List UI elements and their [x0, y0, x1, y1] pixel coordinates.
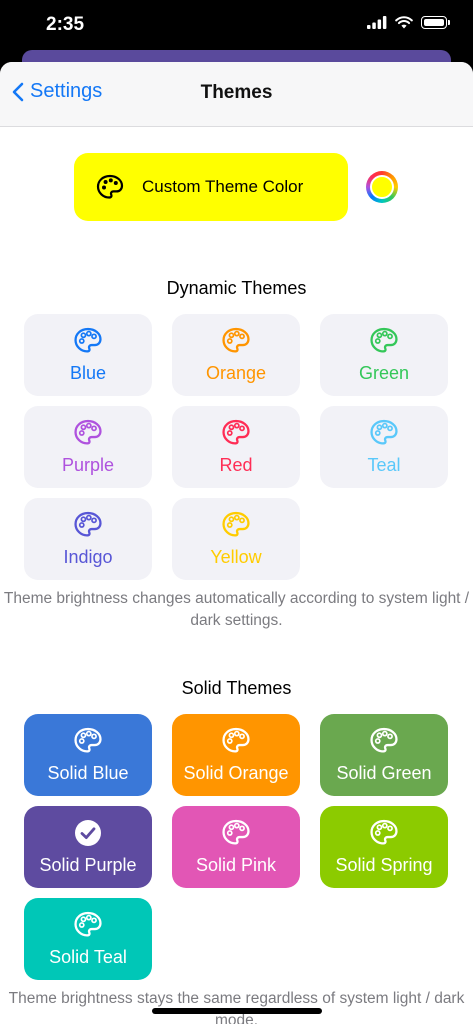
theme-tile-blue[interactable]: Blue: [24, 314, 152, 396]
checkmark-icon: [74, 819, 102, 847]
theme-tile-green[interactable]: Green: [320, 314, 448, 396]
palette-icon: [73, 727, 103, 755]
theme-tile-solid-orange[interactable]: Solid Orange: [172, 714, 300, 796]
theme-tile-label: Indigo: [63, 546, 113, 567]
theme-tile-solid-green[interactable]: Solid Green: [320, 714, 448, 796]
custom-theme-color-button[interactable]: Custom Theme Color: [74, 153, 348, 221]
theme-tile-label: Solid Purple: [39, 854, 137, 875]
theme-tile-solid-teal[interactable]: Solid Teal: [24, 898, 152, 980]
theme-tile-yellow[interactable]: Yellow: [172, 498, 300, 580]
solid-themes-grid: Solid Blue Solid Orange Solid Green Solid P…: [24, 714, 448, 980]
theme-tile-purple[interactable]: Purple: [24, 406, 152, 488]
dynamic-themes-note: Theme brightness changes automatically a…: [3, 590, 470, 629]
dynamic-themes-grid: Blue Orange Green Purple Red Teal Indigo Yellow: [24, 314, 448, 580]
status-icons: [367, 16, 450, 29]
theme-tile-solid-spring[interactable]: Solid Spring: [320, 806, 448, 888]
palette-icon: [221, 819, 251, 847]
status-bar: 2:35: [0, 0, 473, 50]
theme-tile-label: Solid Pink: [195, 854, 277, 875]
theme-tile-label: Solid Spring: [335, 854, 433, 875]
solid-themes-note: Theme brightness stays the same regardle…: [8, 990, 465, 1024]
theme-tile-red[interactable]: Red: [172, 406, 300, 488]
theme-tile-label: Solid Orange: [183, 762, 289, 783]
dynamic-themes-title: Dynamic Themes: [166, 278, 307, 298]
palette-icon: [369, 727, 399, 755]
theme-tile-orange[interactable]: Orange: [172, 314, 300, 396]
wifi-icon: [395, 16, 413, 29]
theme-tile-solid-pink[interactable]: Solid Pink: [172, 806, 300, 888]
palette-icon: [73, 419, 103, 447]
theme-tile-solid-blue[interactable]: Solid Blue: [24, 714, 152, 796]
solid-themes-title: Solid Themes: [181, 678, 292, 698]
palette-icon: [96, 174, 124, 200]
theme-tile-label: Blue: [69, 362, 107, 383]
themes-sheet: Settings Themes Custom Theme Color Dynam…: [0, 62, 473, 1024]
signal-icon: [367, 16, 387, 29]
palette-icon: [221, 327, 251, 355]
theme-tile-solid-purple[interactable]: Solid Purple: [24, 806, 152, 888]
navigation-bar: Settings Themes: [0, 62, 473, 127]
palette-icon: [221, 727, 251, 755]
theme-tile-label: Yellow: [210, 546, 262, 567]
theme-tile-label: Green: [358, 362, 410, 383]
status-time: 2:35: [46, 14, 85, 35]
battery-icon: [421, 16, 450, 29]
palette-icon: [369, 419, 399, 447]
palette-icon: [73, 327, 103, 355]
color-picker-well[interactable]: [366, 171, 398, 203]
theme-tile-label: Red: [219, 454, 253, 475]
page-title: Themes: [200, 82, 273, 103]
custom-theme-color-label: Custom Theme Color: [142, 177, 304, 196]
theme-tile-label: Orange: [205, 362, 267, 383]
palette-icon: [221, 419, 251, 447]
theme-tile-teal[interactable]: Teal: [320, 406, 448, 488]
theme-tile-indigo[interactable]: Indigo: [24, 498, 152, 580]
palette-icon: [221, 511, 251, 539]
palette-icon: [369, 327, 399, 355]
theme-tile-label: Purple: [61, 454, 115, 475]
theme-tile-label: Solid Green: [336, 762, 432, 783]
palette-icon: [73, 911, 103, 939]
theme-tile-label: Solid Blue: [47, 762, 129, 783]
theme-tile-label: Solid Teal: [49, 946, 127, 967]
palette-icon: [73, 511, 103, 539]
palette-icon: [369, 819, 399, 847]
theme-tile-label: Teal: [367, 454, 401, 475]
home-indicator: [152, 1008, 322, 1014]
